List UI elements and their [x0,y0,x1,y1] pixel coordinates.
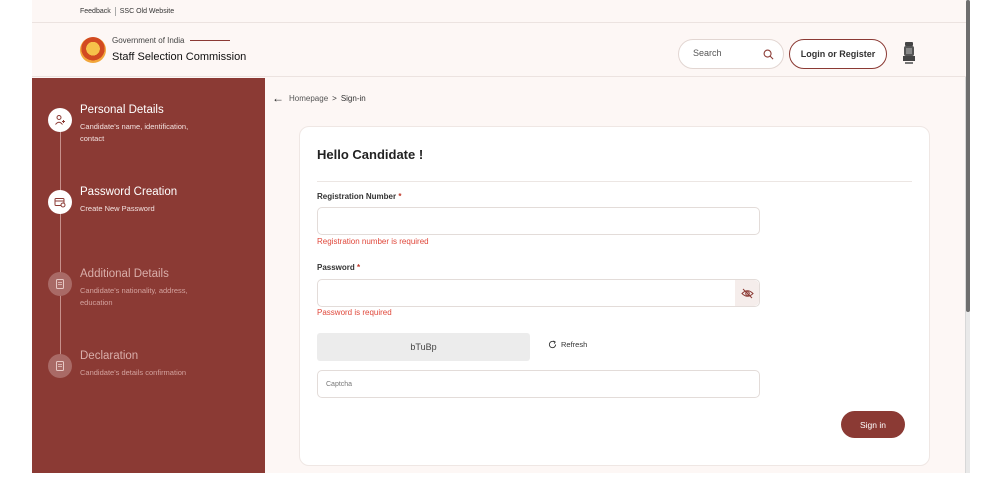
step-title: Additional Details [80,268,169,280]
progress-line [60,116,61,366]
step-subtitle: Candidate's details confirmation [80,368,187,377]
step-title: Password Creation [80,186,178,198]
refresh-captcha-button[interactable]: Refresh [548,340,587,349]
captcha-image: bTuBp [317,333,530,361]
breadcrumb-home-link[interactable]: Homepage [289,94,328,103]
document-icon [48,354,72,378]
ssc-logo-icon[interactable] [80,37,106,63]
login-register-button[interactable]: Login or Register [789,39,887,69]
breadcrumb: ← Homepage > Sign-in [272,91,366,105]
decorative-line [190,40,231,41]
breadcrumb-current: Sign-in [340,93,366,103]
required-mark: * [357,263,361,272]
password-label-text: Password [317,263,355,272]
back-arrow-icon[interactable]: ← [272,91,284,105]
org-name: Staff Selection Commission [112,51,247,63]
eye-off-icon[interactable] [735,280,759,306]
scrollbar-thumb[interactable] [966,0,970,312]
breadcrumb-separator: > [332,93,337,103]
form-heading: Hello Candidate ! [317,147,424,162]
captcha-input[interactable]: Captcha [317,370,760,398]
gov-label-row: Government of India [112,36,231,45]
app-window: Feedback SSC Old Website Government of I… [32,0,966,473]
registration-label: Registration Number * [317,192,401,201]
registration-label-text: Registration Number [317,192,397,201]
password-input[interactable] [317,279,760,307]
old-website-link[interactable]: SSC Old Website [120,8,174,15]
password-error: Password is required [317,308,392,317]
user-plus-icon [48,108,72,132]
search-placeholder: Search [693,48,722,58]
registration-number-input[interactable] [317,207,760,235]
step-subtitle: Candidate's nationality, address, educat… [80,286,188,307]
signin-card: Hello Candidate ! Registration Number * … [299,126,930,466]
password-label: Password * [317,263,360,272]
site-header: Government of India Staff Selection Comm… [32,22,966,77]
document-icon [48,272,72,296]
progress-sidebar: Personal Details Candidate's name, ident… [32,78,265,473]
refresh-icon [548,340,557,349]
divider [114,6,116,16]
top-links-bar: Feedback SSC Old Website [32,0,966,22]
step-subtitle: Candidate's name, identification, contac… [80,122,189,143]
national-emblem-icon [903,42,915,64]
gov-label: Government of India [112,36,185,45]
search-input[interactable]: Search [678,39,784,69]
step-title: Declaration [80,350,139,362]
search-icon[interactable] [763,49,774,60]
feedback-link[interactable]: Feedback [80,8,111,15]
step-title: Personal Details [80,104,164,116]
registration-error: Registration number is required [317,237,429,246]
page: Feedback SSC Old Website Government of I… [0,0,992,490]
password-card-icon [48,190,72,214]
signin-button[interactable]: Sign in [841,411,905,438]
divider [317,181,912,182]
required-mark: * [398,192,402,201]
refresh-label: Refresh [561,340,588,349]
step-subtitle: Create New Password [80,204,155,213]
